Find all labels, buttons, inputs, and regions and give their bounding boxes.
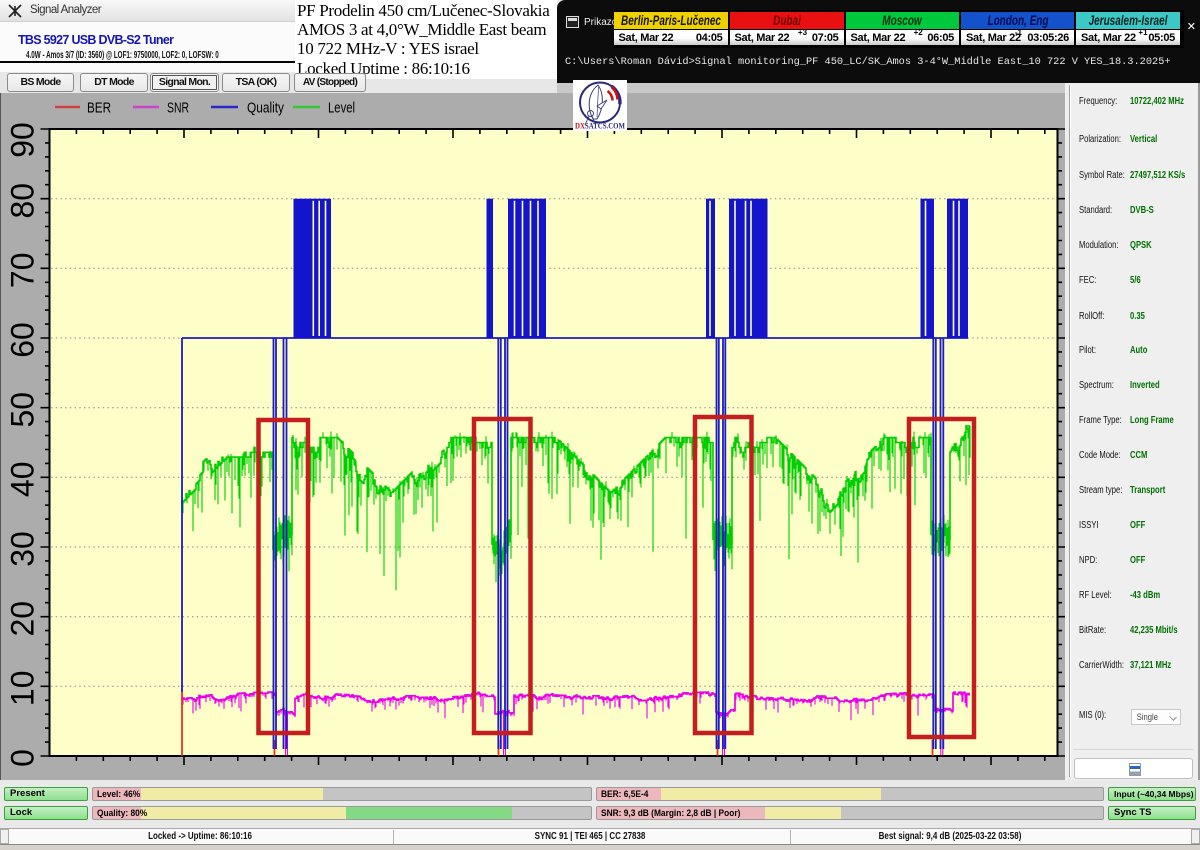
svg-text:10: 10: [4, 671, 40, 707]
svg-text:60: 60: [4, 322, 40, 358]
svg-text:Quality: Quality: [247, 100, 284, 117]
svg-text:90: 90: [4, 122, 40, 158]
svg-text:50: 50: [4, 392, 40, 428]
svg-text:SNR: SNR: [167, 100, 189, 117]
svg-text:70: 70: [4, 253, 40, 289]
svg-text:Level: Level: [328, 100, 355, 117]
svg-text:DXSATCS.COM: DXSATCS.COM: [575, 121, 625, 131]
svg-text:80: 80: [4, 183, 40, 219]
svg-text:40: 40: [4, 462, 40, 498]
svg-text:0: 0: [4, 749, 40, 767]
svg-text:20: 20: [4, 601, 40, 637]
svg-text:BER: BER: [87, 100, 111, 117]
svg-text:30: 30: [4, 531, 40, 567]
